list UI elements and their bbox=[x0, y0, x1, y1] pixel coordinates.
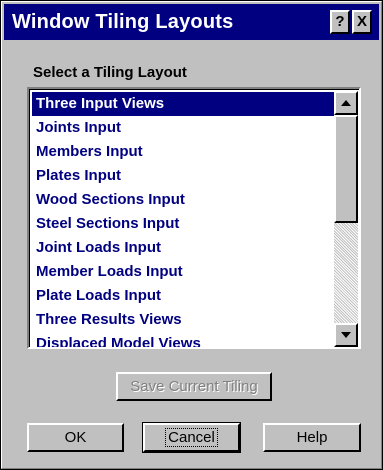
arrow-down-icon bbox=[341, 332, 351, 338]
cancel-button[interactable]: Cancel bbox=[142, 422, 241, 453]
list-item[interactable]: Three Results Views bbox=[32, 308, 334, 332]
list-item[interactable]: Wood Sections Input bbox=[32, 188, 334, 212]
list-items: Three Input Views Joints Input Members I… bbox=[32, 92, 334, 347]
list-label: Select a Tiling Layout bbox=[33, 64, 187, 81]
cancel-label: Cancel bbox=[165, 428, 218, 447]
scroll-down-button[interactable] bbox=[334, 323, 358, 347]
list-item[interactable]: Steel Sections Input bbox=[32, 212, 334, 236]
title-bar[interactable]: Window Tiling Layouts ? X bbox=[4, 4, 379, 40]
list-item[interactable]: Plate Loads Input bbox=[32, 284, 334, 308]
ok-button[interactable]: OK bbox=[27, 423, 124, 452]
listbox-frame: Three Input Views Joints Input Members I… bbox=[29, 89, 359, 347]
arrow-up-icon bbox=[341, 100, 351, 106]
window-tiling-dialog: Window Tiling Layouts ? X Select a Tilin… bbox=[0, 0, 383, 470]
scroll-up-button[interactable] bbox=[334, 91, 358, 115]
list-item[interactable]: Three Input Views bbox=[32, 92, 334, 116]
vertical-scrollbar[interactable] bbox=[334, 91, 358, 347]
list-item[interactable]: Member Loads Input bbox=[32, 260, 334, 284]
list-item[interactable]: Plates Input bbox=[32, 164, 334, 188]
list-item[interactable]: Members Input bbox=[32, 140, 334, 164]
list-item[interactable]: Displaced Model Views bbox=[32, 332, 334, 347]
tiling-layout-listbox[interactable]: Three Input Views Joints Input Members I… bbox=[27, 87, 361, 349]
save-current-tiling-button[interactable]: Save Current Tiling bbox=[116, 372, 272, 401]
close-button[interactable]: X bbox=[352, 10, 372, 34]
help-button[interactable]: Help bbox=[263, 423, 361, 452]
list-item[interactable]: Joints Input bbox=[32, 116, 334, 140]
window-title: Window Tiling Layouts bbox=[12, 11, 234, 33]
list-item[interactable]: Joint Loads Input bbox=[32, 236, 334, 260]
context-help-button[interactable]: ? bbox=[330, 10, 350, 34]
scrollbar-thumb[interactable] bbox=[334, 115, 358, 223]
